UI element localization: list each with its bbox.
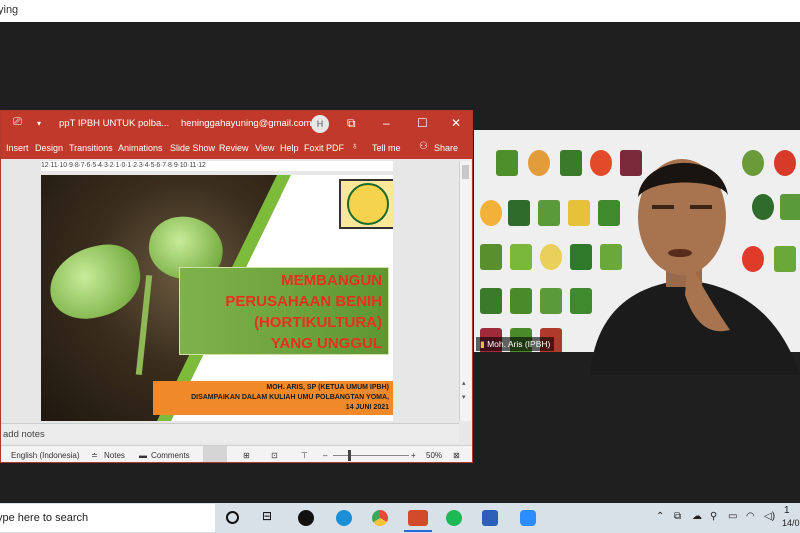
vertical-scrollbar[interactable]: ▴ ▾: [459, 161, 471, 421]
notes-icon: ≐: [91, 451, 98, 460]
present-icon[interactable]: ⎚: [13, 116, 22, 129]
veg-image: [538, 200, 560, 226]
notes-pane[interactable]: add notes: [1, 423, 459, 443]
battery-icon[interactable]: ▭: [728, 511, 737, 522]
slide-title-line-4: YANG UNGGUL: [270, 335, 382, 352]
taskbar-search-box[interactable]: ype here to search: [0, 504, 215, 532]
prev-slide-icon[interactable]: ▴: [462, 379, 466, 387]
zoom-app-icon[interactable]: [520, 510, 536, 526]
tab-review[interactable]: Review: [219, 143, 249, 153]
spotify-icon[interactable]: [446, 510, 462, 526]
ppt-title-bar: ⎚ ▾ ppT IPBH UNTUK polba... heninggahayu…: [1, 111, 472, 137]
ipbh-logo: [339, 179, 393, 229]
zoom-out-icon[interactable]: –: [323, 451, 327, 460]
tab-transitions[interactable]: Transitions: [69, 143, 113, 153]
word-icon[interactable]: [482, 510, 498, 526]
veg-image: [480, 200, 502, 226]
participant-person: [590, 159, 800, 375]
ribbon-tabs: Insert Design Transitions Animations Sli…: [1, 137, 472, 159]
reading-view-icon[interactable]: ⊡: [271, 451, 278, 460]
tab-slide-show[interactable]: Slide Show: [170, 143, 215, 153]
powerpoint-taskbar-icon[interactable]: [408, 510, 428, 526]
windows-taskbar: ype here to search ⊟ ⌃ ⧉ ☁ ⚲ ▭ ◠ ◁) 1 14…: [0, 503, 800, 533]
tab-help[interactable]: Help: [280, 143, 299, 153]
search-placeholder: ype here to search: [0, 512, 89, 524]
slide-title-line-3: (HORTIKULTURA): [253, 314, 382, 331]
zoom-slider-thumb[interactable]: [348, 450, 351, 461]
slide-canvas: MEMBANGUN PERUSAHAAN BENIH (HORTIKULTURA…: [41, 175, 393, 421]
ipbh-seal: [347, 183, 389, 225]
close-icon[interactable]: ✕: [451, 116, 461, 130]
slide-subtitle-box: MOH. ARIS, SP (KETUA UMUM IPBH) DISAMPAI…: [153, 381, 393, 415]
veg-image: [510, 288, 532, 314]
fit-slide-icon[interactable]: ⊠: [453, 451, 460, 460]
clock-time[interactable]: 1: [784, 505, 790, 516]
slide-sorter-icon[interactable]: ⊞: [243, 451, 250, 460]
zoom-slider[interactable]: [333, 455, 409, 456]
slide-subtitle-line-2: DISAMPAIKAN DALAM KULIAH UMU POLBANGTAN …: [191, 394, 389, 401]
veg-image: [480, 244, 502, 270]
share-person-icon: ⚇: [419, 141, 428, 152]
edge-icon[interactable]: [336, 510, 352, 526]
veg-image: [480, 288, 502, 314]
powerpoint-window: ⎚ ▾ ppT IPBH UNTUK polba... heninggahayu…: [0, 110, 473, 463]
tab-view[interactable]: View: [255, 143, 274, 153]
tray-chevron-icon[interactable]: ⌃: [656, 511, 664, 522]
maximize-icon[interactable]: ☐: [417, 116, 428, 130]
document-title: ppT IPBH UNTUK polba...: [59, 118, 170, 129]
wifi-icon[interactable]: ◠: [746, 511, 755, 522]
language-indicator[interactable]: English (Indonesia): [11, 451, 79, 460]
veg-image: [510, 244, 532, 270]
tray-icon[interactable]: ⧉: [674, 511, 681, 522]
active-app-indicator: [404, 530, 432, 532]
cortana-icon[interactable]: [226, 511, 239, 524]
zoom-level[interactable]: 50%: [426, 451, 442, 460]
qat-dropdown-icon[interactable]: ▾: [37, 119, 41, 128]
next-slide-icon[interactable]: ▾: [462, 393, 466, 401]
veg-image: [508, 200, 530, 226]
minimize-icon[interactable]: –: [383, 116, 390, 130]
veg-image: [496, 150, 518, 176]
status-bar: English (Indonesia) ≐ Notes ▬ Comments ⊞…: [1, 445, 472, 462]
slide-subtitle-line-3: 14 JUNI 2021: [345, 404, 389, 411]
horizontal-ruler: 12·11·10·9·8·7·6·5·4·3·2·1·0·1·2·3·4·5·6…: [41, 161, 393, 171]
notes-button[interactable]: Notes: [104, 451, 125, 460]
tab-insert[interactable]: Insert: [6, 143, 29, 153]
slide-title-line-2: PERUSAHAAN BENIH: [225, 293, 382, 310]
account-email[interactable]: heninggahayuning@gmail.com: [181, 118, 312, 129]
scrollbar-thumb[interactable]: [462, 165, 469, 179]
cloud-icon[interactable]: ☁: [692, 511, 702, 522]
tell-me-search[interactable]: Tell me: [372, 143, 401, 153]
task-view-icon[interactable]: ⊟: [262, 509, 278, 525]
lightbulb-icon: ♁: [351, 141, 359, 152]
normal-view-button[interactable]: [203, 446, 227, 462]
signal-icon: ▮: [480, 339, 485, 349]
tab-foxit-pdf[interactable]: Foxit PDF: [304, 143, 344, 153]
notes-placeholder: add notes: [3, 429, 45, 440]
share-button[interactable]: Share: [434, 143, 458, 153]
chrome-icon[interactable]: [372, 510, 388, 526]
browser-title-bar: ying: [0, 0, 800, 22]
zoom-in-icon[interactable]: +: [411, 451, 416, 460]
participant-name-label: ▮ Moh. Aris (IPBH): [476, 337, 555, 351]
tab-design[interactable]: Design: [35, 143, 63, 153]
comments-icon: ▬: [139, 451, 147, 460]
avatar[interactable]: H: [311, 115, 329, 133]
tab-animations[interactable]: Animations: [118, 143, 163, 153]
ribbon-display-icon[interactable]: ⧉: [347, 116, 356, 131]
slide-show-icon[interactable]: ⊤: [301, 451, 308, 460]
slide-title-line-1: MEMBANGUN: [281, 272, 382, 289]
clock-date[interactable]: 14/0: [782, 518, 800, 528]
participant-name: Moh. Aris (IPBH): [487, 339, 551, 349]
usb-icon[interactable]: ⚲: [710, 511, 717, 522]
app-icon[interactable]: [298, 510, 314, 526]
veg-image: [540, 244, 562, 270]
veg-image: [540, 288, 562, 314]
comments-button[interactable]: Comments: [151, 451, 190, 460]
veg-image: [528, 150, 550, 176]
volume-icon[interactable]: ◁): [764, 511, 775, 522]
browser-title: ying: [0, 4, 19, 16]
slide-title-box: MEMBANGUN PERUSAHAAN BENIH (HORTIKULTURA…: [179, 267, 389, 355]
slide-subtitle-line-1: MOH. ARIS, SP (KETUA UMUM IPBH): [266, 384, 389, 391]
